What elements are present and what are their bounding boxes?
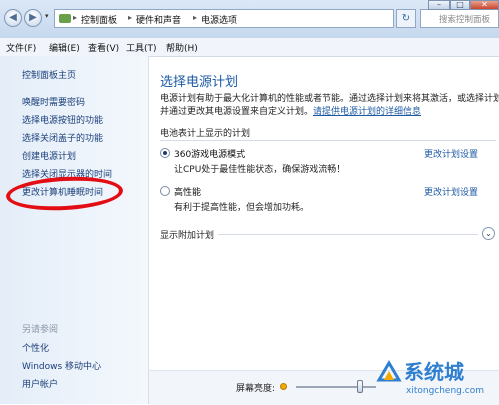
description-text: 并通过更改其电源设置来自定义计划。 xyxy=(160,107,314,117)
chevron-down-icon: ⌄ xyxy=(485,229,492,238)
sidebar-control-panel-home[interactable]: 控制面板主页 xyxy=(22,68,76,81)
menu-view[interactable]: 查看(V) xyxy=(88,41,119,54)
plan-radio-360[interactable] xyxy=(160,148,170,158)
breadcrumb-separator-icon[interactable]: ▸ xyxy=(193,13,197,22)
address-bar: ◀ ▶ ▾ ▸ 控制面板 ▸ 硬件和声音 ▸ 电源选项 ↻ 搜索控制面板 – □… xyxy=(0,0,499,39)
see-also-user-accounts[interactable]: 用户帐户 xyxy=(22,377,58,390)
breadcrumb[interactable]: ▸ 控制面板 ▸ 硬件和声音 ▸ 电源选项 xyxy=(54,9,394,28)
see-also-mobility-center[interactable]: Windows 移动中心 xyxy=(22,359,101,372)
plan-name-360[interactable]: 360游戏电源模式 xyxy=(174,147,245,160)
close-icon: ✕ xyxy=(481,0,488,9)
breadcrumb-separator-icon[interactable]: ▸ xyxy=(128,13,132,22)
show-plans-divider xyxy=(218,234,478,235)
refresh-button[interactable]: ↻ xyxy=(396,9,416,28)
plan-radio-high-performance[interactable] xyxy=(160,186,170,196)
menu-tools[interactable]: 工具(T) xyxy=(126,41,157,54)
maximize-icon: □ xyxy=(456,0,464,9)
show-additional-plans[interactable]: 显示附加计划 xyxy=(160,228,214,241)
menu-help[interactable]: 帮助(H) xyxy=(166,41,198,54)
refresh-icon: ↻ xyxy=(401,13,411,24)
plan-name-high-performance[interactable]: 高性能 xyxy=(174,185,201,198)
change-plan-settings-high-performance[interactable]: 更改计划设置 xyxy=(424,185,478,198)
minimize-icon: – xyxy=(437,0,441,9)
brightness-slider-thumb[interactable] xyxy=(357,380,363,393)
history-dropdown-icon[interactable]: ▾ xyxy=(45,12,49,20)
close-button[interactable]: ✕ xyxy=(470,0,499,10)
menu-edit[interactable]: 编辑(E) xyxy=(49,41,80,54)
plan-desc-360: 让CPU处于最佳性能状态，确保游戏流畅！ xyxy=(174,165,346,175)
expand-plans-button[interactable]: ⌄ xyxy=(482,227,495,240)
plan-desc-high-performance: 有利于提高性能，但会增加功耗。 xyxy=(174,203,310,213)
section-label: 电池表计上显示的计划 xyxy=(160,129,251,139)
forward-icon: ▶ xyxy=(29,12,37,23)
see-also-heading: 另请参阅 xyxy=(22,325,59,335)
sidebar: 控制面板主页 唤醒时需要密码 选择电源按钮的功能 选择关闭盖子的功能 创建电源计… xyxy=(0,56,149,404)
section-divider xyxy=(160,140,496,141)
forward-button[interactable]: ▶ xyxy=(24,9,42,27)
page-title: 选择电源计划 xyxy=(160,75,239,90)
see-also-personalization[interactable]: 个性化 xyxy=(22,341,49,354)
sidebar-task-create-plan[interactable]: 创建电源计划 xyxy=(22,149,76,162)
sidebar-task-power-button[interactable]: 选择电源按钮的功能 xyxy=(22,113,103,126)
breadcrumb-hardware-sound[interactable]: 硬件和声音 xyxy=(136,13,181,26)
breadcrumb-power-options[interactable]: 电源选项 xyxy=(201,13,237,26)
menu-file[interactable]: 文件(F) xyxy=(6,41,36,54)
brightness-slider[interactable] xyxy=(296,386,376,388)
brightness-label: 屏幕亮度: xyxy=(236,384,276,394)
description-line-2: 并通过更改其电源设置来自定义计划。请提供电源计划的详细信息 xyxy=(160,104,421,117)
menu-bar: 文件(F) 编辑(E) 查看(V) 工具(T) 帮助(H) xyxy=(0,38,499,57)
brightness-sun-icon xyxy=(280,383,287,390)
minimize-button[interactable]: – xyxy=(428,0,450,10)
description-line-1: 电源计划有助于最大化计算机的性能或者节能。通过选择计划来将其激活，或选择计划 xyxy=(160,94,499,104)
plan-details-link[interactable]: 请提供电源计划的详细信息 xyxy=(313,107,421,117)
brightness-bar: 屏幕亮度: xyxy=(149,370,499,405)
back-button[interactable]: ◀ xyxy=(4,9,22,27)
breadcrumb-control-panel[interactable]: 控制面板 xyxy=(81,13,117,26)
sidebar-task-close-lid[interactable]: 选择关闭盖子的功能 xyxy=(22,131,103,144)
back-icon: ◀ xyxy=(9,12,17,23)
control-panel-icon xyxy=(59,14,71,23)
maximize-button[interactable]: □ xyxy=(450,0,470,10)
breadcrumb-separator-icon[interactable]: ▸ xyxy=(73,13,77,22)
sidebar-task-wake-password[interactable]: 唤醒时需要密码 xyxy=(22,95,85,108)
main-content: 选择电源计划 电源计划有助于最大化计算机的性能或者节能。通过选择计划来将其激活，… xyxy=(149,56,499,404)
change-plan-settings-360[interactable]: 更改计划设置 xyxy=(424,147,478,160)
search-input[interactable]: 搜索控制面板 xyxy=(420,9,499,28)
